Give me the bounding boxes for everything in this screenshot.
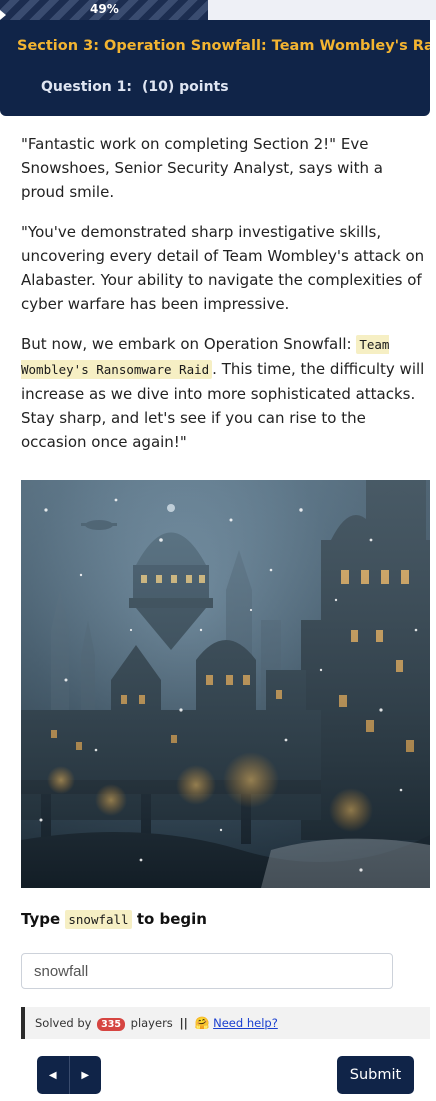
solved-status-bar: Solved by 335 players || 🤗 Need help?: [21, 1007, 430, 1039]
submit-button[interactable]: Submit: [337, 1056, 414, 1094]
chevron-right-icon: ▶: [81, 1069, 90, 1081]
solved-prefix: Solved by: [35, 1016, 92, 1030]
prompt-text-after: to begin: [131, 910, 207, 928]
question-nav: ◀ ▶: [37, 1056, 101, 1094]
question-line: Question 1: (10) points: [41, 79, 229, 95]
prompt-code: snowfall: [65, 910, 132, 929]
chevron-left-icon: ◀: [48, 1069, 57, 1081]
solved-count-badge: 335: [97, 1018, 125, 1031]
progress-label: 49%: [90, 2, 119, 16]
prompt-text-before: Type: [21, 910, 66, 928]
intro-paragraph-2: "You've demonstrated sharp investigative…: [21, 223, 425, 313]
separator: ||: [179, 1016, 188, 1030]
need-help-link[interactable]: Need help?: [213, 1016, 278, 1030]
previous-question-button[interactable]: ◀: [37, 1056, 70, 1094]
answer-input[interactable]: [21, 953, 393, 989]
next-question-button[interactable]: ▶: [70, 1056, 102, 1094]
question-label: Question 1:: [41, 79, 132, 95]
progress-notch: [0, 10, 6, 20]
progress-bar: 49%: [0, 0, 436, 20]
section-title: Section 3: Operation Snowfall: Team Womb…: [17, 38, 430, 54]
points-label: (10) points: [142, 79, 229, 95]
intro-paragraph-1: "Fantastic work on completing Section 2!…: [21, 135, 383, 201]
answer-prompt: Type snowfall to begin: [21, 910, 207, 929]
p3-text-before: But now, we embark on Operation Snowfall…: [21, 335, 357, 353]
question-header: Section 3: Operation Snowfall: Team Womb…: [0, 20, 430, 116]
snowy-city-illustration: [21, 480, 430, 888]
question-body: "Fantastic work on completing Section 2!…: [21, 132, 426, 470]
solved-suffix: players: [130, 1016, 173, 1030]
intro-paragraph-3: But now, we embark on Operation Snowfall…: [21, 332, 426, 454]
help-emoji-icon: 🤗: [194, 1016, 210, 1030]
